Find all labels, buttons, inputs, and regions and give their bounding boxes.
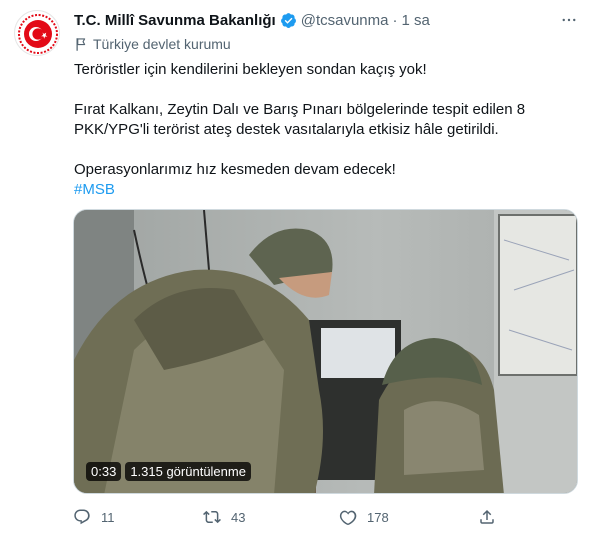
video-badges: 0:33 1.315 görüntülenme [86,462,251,481]
ministry-logo-icon [17,13,59,55]
like-count: 178 [367,509,389,525]
tweet-text-line: PKK/YPG'li terörist ateş destek vasıtala… [74,121,499,138]
share-icon [480,509,494,524]
affiliation-text: Türkiye devlet kurumu [93,36,231,52]
flag-icon [76,37,86,51]
tweet-actions: 11 43 178 [73,505,503,529]
tweet-header: T.C. Millî Savunma Bakanlığı @tcsavunma … [74,9,580,31]
tweet-card: T.C. Millî Savunma Bakanlığı @tcsavunma … [0,0,596,535]
tweet-text-line: Fırat Kalkanı, Zeytin Dalı ve Barış Pına… [74,101,526,118]
reply-icon [74,509,90,525]
tweet-text: Teröristler için kendilerini bekleyen so… [74,60,580,200]
retweet-icon [203,510,221,524]
separator-dot: · [392,11,398,29]
heart-icon [339,510,357,526]
video-player[interactable]: 0:33 1.315 görüntülenme [73,209,578,494]
like-button[interactable]: 178 [339,505,389,529]
timestamp[interactable]: 1 sa [401,12,429,29]
tweet-text-line: Operasyonlarımız hız kesmeden devam edec… [74,161,396,178]
reply-button[interactable]: 11 [73,505,115,529]
video-duration: 0:33 [86,462,122,481]
handle[interactable]: @tcsavunma [301,12,389,29]
affiliation-label: Türkiye devlet kurumu [74,34,231,54]
retweet-count: 43 [231,509,246,525]
avatar[interactable] [14,10,60,56]
more-options-icon[interactable] [558,9,580,31]
tweet-text-line: Teröristler için kendilerini bekleyen so… [74,61,427,78]
hashtag-link[interactable]: #MSB [74,181,115,198]
view-count: 1.315 görüntülenme [125,462,251,481]
share-button[interactable] [478,505,496,529]
display-name[interactable]: T.C. Millî Savunma Bakanlığı [74,12,276,29]
video-thumbnail [74,210,577,493]
reply-count: 11 [101,509,115,525]
verified-badge-icon [280,12,296,28]
retweet-button[interactable]: 43 [203,505,245,529]
